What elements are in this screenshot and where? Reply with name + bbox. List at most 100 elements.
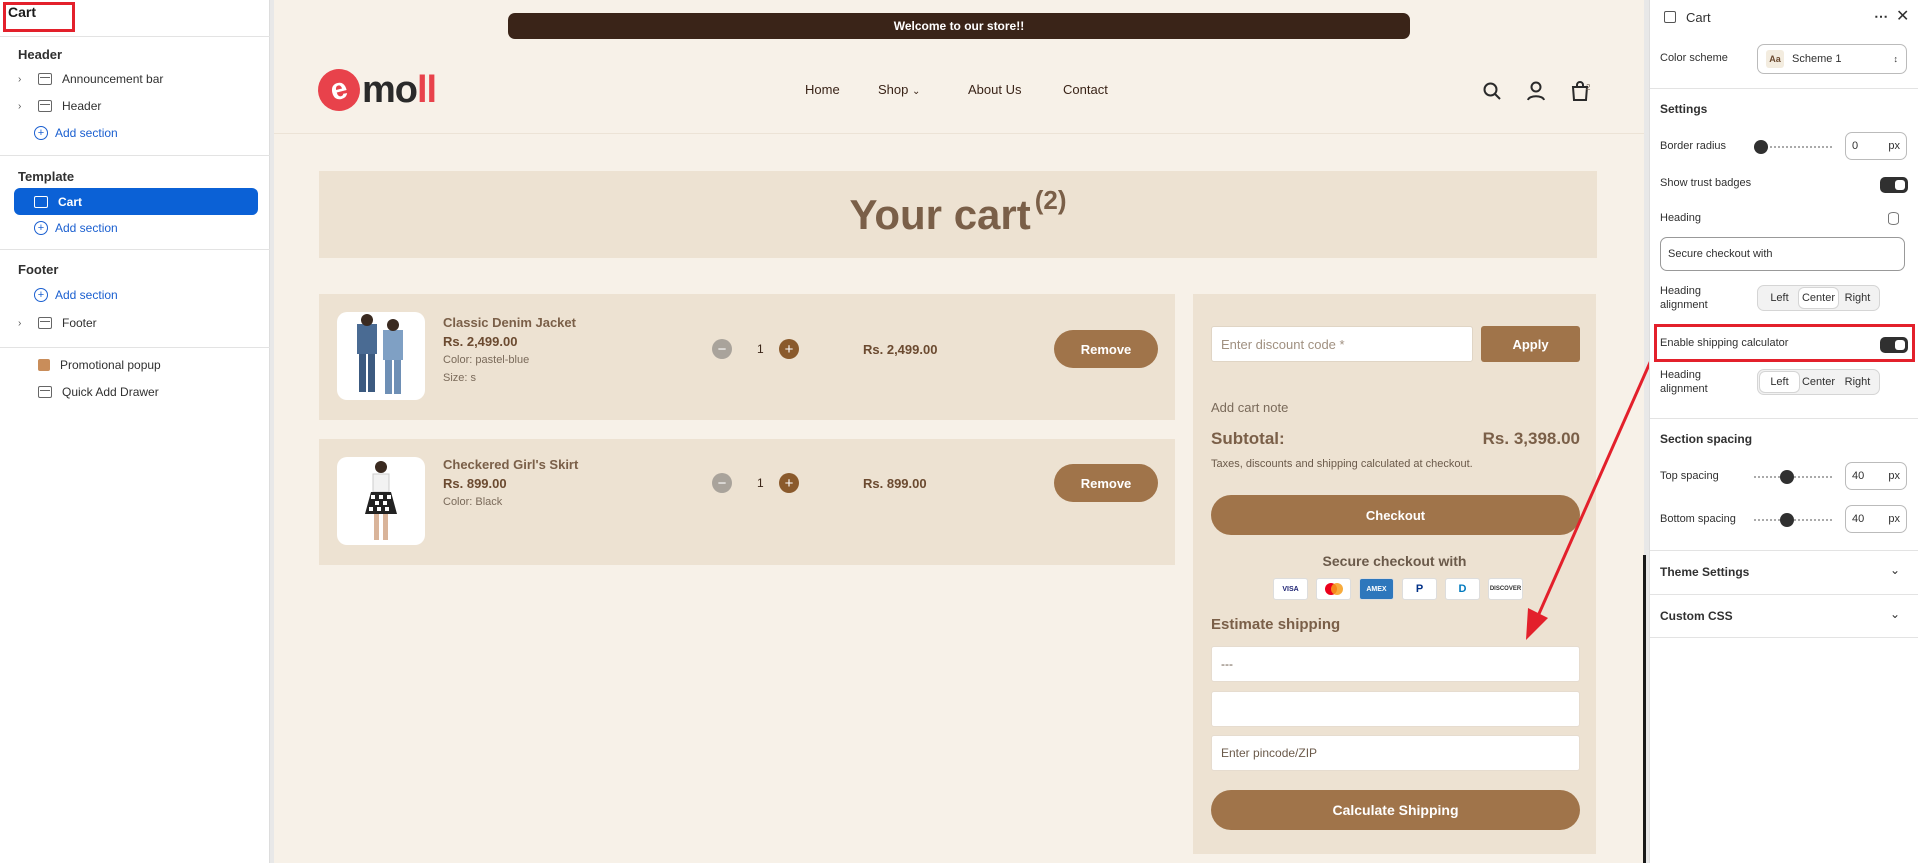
qty-plus-button[interactable]: + bbox=[779, 339, 799, 359]
province-select[interactable] bbox=[1211, 691, 1580, 727]
line-price: Rs. 899.00 bbox=[863, 476, 927, 491]
close-icon[interactable]: ✕ bbox=[1896, 6, 1909, 26]
zip-input[interactable]: Enter pincode/ZIP bbox=[1211, 735, 1580, 771]
calculate-shipping-button[interactable]: Calculate Shipping bbox=[1211, 790, 1580, 830]
product-image[interactable] bbox=[337, 457, 425, 545]
cart-banner: Your cart (2) bbox=[319, 171, 1597, 258]
heading-alignment-segmented[interactable]: Left Center Right bbox=[1757, 285, 1880, 311]
sidebar-item-quick-add-drawer[interactable]: Quick Add Drawer bbox=[18, 381, 258, 403]
nav-shop[interactable]: Shop ⌄ bbox=[878, 82, 920, 97]
chevron-down-icon[interactable]: ⌄ bbox=[1890, 607, 1900, 621]
chevron-right-icon[interactable]: › bbox=[18, 101, 32, 112]
add-cart-note-link[interactable]: Add cart note bbox=[1211, 400, 1288, 415]
product-price: Rs. 2,499.00 bbox=[443, 334, 518, 349]
heading-alignment-label: Heading alignment bbox=[1660, 285, 1708, 311]
shipping-calculator-toggle[interactable] bbox=[1880, 337, 1908, 353]
diners-icon: D bbox=[1445, 578, 1480, 600]
remove-button[interactable]: Remove bbox=[1054, 464, 1158, 502]
add-section-footer[interactable]: + Add section bbox=[34, 285, 118, 305]
chevron-down-icon[interactable]: ⌄ bbox=[1890, 563, 1900, 577]
store-logo[interactable]: e moll bbox=[313, 64, 437, 116]
qty-value[interactable]: 1 bbox=[757, 476, 764, 490]
sidebar-item-label: Quick Add Drawer bbox=[62, 385, 159, 399]
store-preview: Welcome to our store!! e moll Home Shop … bbox=[274, 0, 1644, 863]
qty-minus-button[interactable]: − bbox=[712, 473, 732, 493]
bottom-spacing-label: Bottom spacing bbox=[1660, 513, 1736, 525]
align-left-option[interactable]: Left bbox=[1760, 288, 1799, 308]
sidebar-item-header[interactable]: › Header bbox=[18, 95, 258, 117]
country-select[interactable]: --- bbox=[1211, 646, 1580, 682]
divider bbox=[0, 347, 270, 348]
logo-mark: e bbox=[313, 64, 365, 116]
nav-shop-label: Shop bbox=[878, 82, 909, 97]
border-radius-slider-knob[interactable] bbox=[1754, 140, 1768, 154]
add-section-label: Add section bbox=[55, 126, 118, 140]
qty-value[interactable]: 1 bbox=[757, 342, 764, 356]
sidebar-item-announcement-bar[interactable]: › Announcement bar bbox=[18, 68, 258, 90]
search-icon[interactable] bbox=[1481, 80, 1503, 102]
nav-home[interactable]: Home bbox=[805, 82, 840, 97]
sidebar-title: Cart bbox=[8, 4, 37, 20]
add-section-template[interactable]: + Add section bbox=[34, 218, 118, 238]
theme-settings-row[interactable]: Theme Settings bbox=[1660, 565, 1749, 579]
product-name[interactable]: Checkered Girl's Skirt bbox=[443, 457, 578, 472]
chevron-right-icon[interactable]: › bbox=[18, 318, 32, 329]
sidebar-item-cart[interactable]: Cart bbox=[14, 188, 258, 215]
plus-circle-icon: + bbox=[34, 221, 48, 235]
sidebar-item-footer[interactable]: › Footer bbox=[18, 312, 258, 334]
subtotal-label: Subtotal: bbox=[1211, 429, 1285, 448]
logo-text: moll bbox=[362, 68, 437, 111]
payment-icons: VISA AMEX P D DISCOVER bbox=[1273, 578, 1523, 600]
announcement-bar[interactable]: Welcome to our store!! bbox=[508, 13, 1410, 39]
show-trust-badges-label: Show trust badges bbox=[1660, 177, 1752, 189]
trust-badges-toggle[interactable] bbox=[1880, 177, 1908, 193]
bottom-spacing-slider-track[interactable] bbox=[1754, 519, 1834, 521]
image-icon bbox=[38, 359, 50, 371]
nav-about[interactable]: About Us bbox=[968, 82, 1021, 97]
top-spacing-slider-knob[interactable] bbox=[1780, 470, 1794, 484]
dynamic-source-icon[interactable] bbox=[1888, 212, 1899, 225]
cart-heading-count: (2) bbox=[1034, 184, 1067, 215]
cart-count-badge: 2 bbox=[1586, 83, 1591, 92]
product-image[interactable] bbox=[337, 312, 425, 400]
align-right-option[interactable]: Right bbox=[1838, 372, 1877, 392]
discount-code-input[interactable]: Enter discount code * bbox=[1211, 326, 1473, 362]
align-center-option[interactable]: Center bbox=[1799, 372, 1838, 392]
chevron-right-icon[interactable]: › bbox=[18, 74, 32, 85]
scheme-swatch-icon: Aa bbox=[1766, 50, 1784, 68]
remove-button[interactable]: Remove bbox=[1054, 330, 1158, 368]
align-left-option[interactable]: Left bbox=[1760, 372, 1799, 392]
color-scheme-select[interactable]: Aa Scheme 1 ↕ bbox=[1757, 44, 1907, 74]
divider bbox=[0, 36, 270, 37]
nav-contact[interactable]: Contact bbox=[1063, 82, 1108, 97]
bottom-spacing-input[interactable]: 40 px bbox=[1845, 505, 1907, 533]
section-icon bbox=[34, 195, 48, 208]
paypal-icon: P bbox=[1402, 578, 1437, 600]
top-spacing-input[interactable]: 40 px bbox=[1845, 462, 1907, 490]
account-icon[interactable] bbox=[1525, 80, 1547, 102]
heading-alignment-segmented[interactable]: Left Center Right bbox=[1757, 369, 1880, 395]
divider bbox=[1650, 550, 1918, 551]
align-right-option[interactable]: Right bbox=[1838, 288, 1877, 308]
product-price: Rs. 899.00 bbox=[443, 476, 507, 491]
custom-css-row[interactable]: Custom CSS bbox=[1660, 609, 1733, 623]
section-icon bbox=[38, 100, 52, 112]
cart-item-row: Classic Denim Jacket Rs. 2,499.00 Color:… bbox=[319, 294, 1175, 420]
qty-plus-button[interactable]: + bbox=[779, 473, 799, 493]
align-center-option[interactable]: Center bbox=[1799, 288, 1838, 308]
border-radius-input[interactable]: 0 px bbox=[1845, 132, 1907, 160]
line-price: Rs. 2,499.00 bbox=[863, 342, 938, 357]
top-spacing-slider-track[interactable] bbox=[1754, 476, 1834, 478]
border-radius-label: Border radius bbox=[1660, 140, 1727, 152]
heading-input[interactable]: Secure checkout with bbox=[1660, 237, 1905, 271]
qty-minus-button[interactable]: − bbox=[712, 339, 732, 359]
bottom-spacing-slider-knob[interactable] bbox=[1780, 513, 1794, 527]
add-section-header[interactable]: + Add section bbox=[34, 123, 118, 143]
sidebar-item-label: Announcement bar bbox=[62, 72, 164, 86]
product-name[interactable]: Classic Denim Jacket bbox=[443, 315, 576, 330]
color-scheme-value: Scheme 1 bbox=[1792, 53, 1842, 65]
divider bbox=[1650, 88, 1918, 89]
sidebar-item-promotional-popup[interactable]: Promotional popup bbox=[18, 354, 258, 376]
more-icon[interactable]: ⋯ bbox=[1874, 8, 1888, 25]
amex-icon: AMEX bbox=[1359, 578, 1394, 600]
